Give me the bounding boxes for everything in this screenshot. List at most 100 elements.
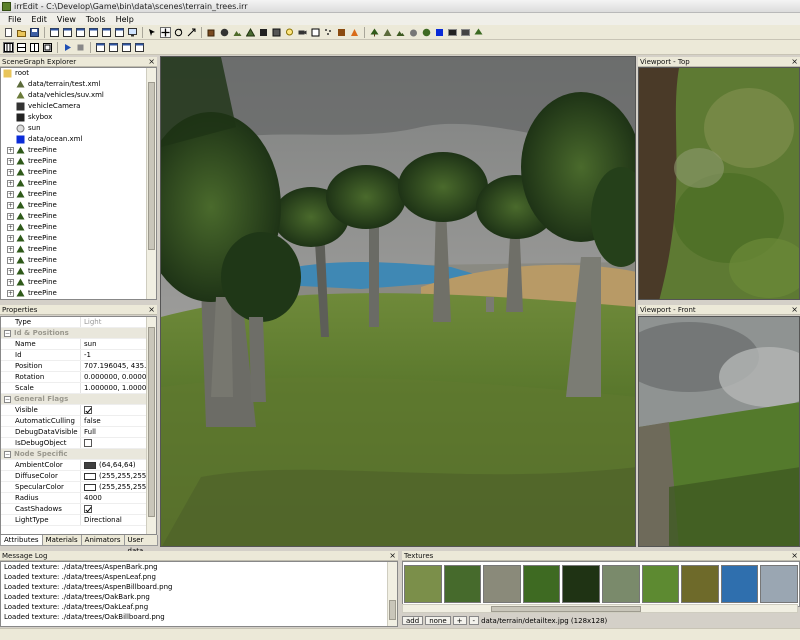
property-value[interactable]: 1.000000, 1.000000 [81,383,156,393]
add-water-icon[interactable] [336,27,347,38]
select-arrow-icon[interactable] [147,27,158,38]
scenegraph-item[interactable]: +treePine [1,189,156,200]
property-value[interactable] [81,438,156,448]
properties-close-icon[interactable]: × [148,305,155,315]
menu-edit[interactable]: Edit [26,15,52,24]
viewport-front[interactable] [638,316,800,547]
scenegraph-item[interactable]: +treePine [1,266,156,277]
stop-icon[interactable] [75,42,86,53]
property-row[interactable]: Position 707.196045, 435.12 [1,361,156,372]
scenegraph-item[interactable]: +treePine [1,277,156,288]
open-file-icon[interactable] [16,27,27,38]
texture-add-button[interactable]: add [402,616,424,625]
expand-icon[interactable]: + [7,180,14,187]
property-row[interactable]: Type Light [1,317,156,328]
add-particle-icon[interactable] [323,27,334,38]
property-row[interactable]: AutomaticCulling false [1,416,156,427]
property-row[interactable]: AmbientColor (64,64,64) [1,460,156,471]
texture-thumbnail[interactable] [681,565,719,603]
property-category[interactable]: − General Flags [1,394,156,405]
texture-zoom-out-button[interactable]: - [468,616,480,625]
property-value[interactable]: Light [81,317,156,327]
property-value[interactable]: sun [81,339,156,349]
scenegraph-item[interactable]: +treePine [1,178,156,189]
window-icon-6[interactable] [114,27,125,38]
view-grid-icon-2[interactable] [16,42,27,53]
property-value[interactable]: false [81,416,156,426]
window-icon-8[interactable] [108,42,119,53]
scenegraph-item[interactable]: +treePine [1,233,156,244]
window-icon-9[interactable] [121,42,132,53]
add-grass-icon[interactable] [395,27,406,38]
scenegraph-item[interactable]: +treePine [1,167,156,178]
collapse-icon[interactable]: − [4,396,11,403]
messagelog-close-icon[interactable]: × [389,551,396,561]
scenegraph-item[interactable]: data/vehicles/suv.xml [1,90,156,101]
textures-close-icon[interactable]: × [791,551,798,561]
view-grid-icon[interactable] [3,41,14,53]
window-icon-4[interactable] [88,27,99,38]
property-value[interactable]: Directional [81,515,156,525]
expand-icon[interactable]: + [7,235,14,242]
scenegraph-item[interactable]: +treePine [1,255,156,266]
menu-file[interactable]: File [3,15,26,24]
viewport-top[interactable] [638,67,800,300]
checkbox[interactable] [84,439,92,447]
property-row[interactable]: CastShadows [1,504,156,515]
texture-thumbnail[interactable] [562,565,600,603]
main-3d-viewport[interactable] [160,56,636,547]
property-value[interactable]: (64,64,64) [81,460,156,470]
window-icon-7[interactable] [95,42,106,53]
collapse-icon[interactable]: − [4,330,11,337]
add-tree-icon[interactable] [369,27,380,38]
add-terrain-icon[interactable] [232,27,243,38]
menu-tools[interactable]: Tools [81,15,111,24]
scenegraph-item[interactable]: +treePine [1,299,156,300]
window-icon-10[interactable] [134,42,145,53]
property-value[interactable]: -1 [81,350,156,360]
scenegraph-item[interactable]: vehicleCamera [1,101,156,112]
window-icon[interactable] [49,27,60,38]
view-grid-icon-3[interactable] [29,42,40,53]
properties-scrollbar[interactable] [146,317,156,534]
property-category[interactable]: − Id & Positions [1,328,156,339]
color-swatch[interactable] [84,461,96,469]
color-swatch[interactable] [84,472,96,480]
property-row[interactable]: Id -1 [1,350,156,361]
expand-icon[interactable]: + [7,268,14,275]
scenegraph-item[interactable]: +treePine [1,200,156,211]
monitor-icon[interactable] [127,27,138,38]
texture-thumbnail[interactable] [641,565,680,603]
scenegraph-item[interactable]: data/terrain/test.xml [1,79,156,90]
add-skybox-icon[interactable] [258,27,269,38]
new-file-icon[interactable] [3,27,14,38]
property-row[interactable]: DebugDataVisible Full [1,427,156,438]
add-rock-icon[interactable] [408,27,419,38]
add-skydome-icon[interactable] [271,27,282,38]
scenegraph-item[interactable]: root [1,68,156,79]
expand-icon[interactable]: + [7,279,14,286]
save-file-icon[interactable] [29,27,40,38]
property-category[interactable]: − Node Specific [1,449,156,460]
property-row[interactable]: Rotation 0.000000, 0.000000 [1,372,156,383]
property-value[interactable]: 4000 [81,493,156,503]
expand-icon[interactable]: + [7,147,14,154]
add-mesh-icon[interactable] [245,27,256,38]
texture-none-button[interactable]: none [425,616,451,625]
scenegraph-close-icon[interactable]: × [148,57,155,67]
property-value[interactable]: (255,255,255) [81,482,156,492]
scenegraph-item[interactable]: +treePine [1,244,156,255]
move-tool-icon[interactable] [160,26,171,38]
textures-scrollbar[interactable] [402,604,798,613]
property-value[interactable] [81,504,156,514]
texture-thumbnail[interactable] [443,565,482,603]
checkbox[interactable] [84,505,92,513]
window-icon-5[interactable] [101,27,112,38]
viewport-top-close-icon[interactable]: × [791,57,798,67]
property-value[interactable]: 707.196045, 435.12 [81,361,156,371]
expand-icon[interactable]: + [7,290,14,297]
menu-view[interactable]: View [52,15,81,24]
expand-icon[interactable]: + [7,213,14,220]
property-value[interactable]: Full [81,427,156,437]
property-row[interactable]: Scale 1.000000, 1.000000 [1,383,156,394]
